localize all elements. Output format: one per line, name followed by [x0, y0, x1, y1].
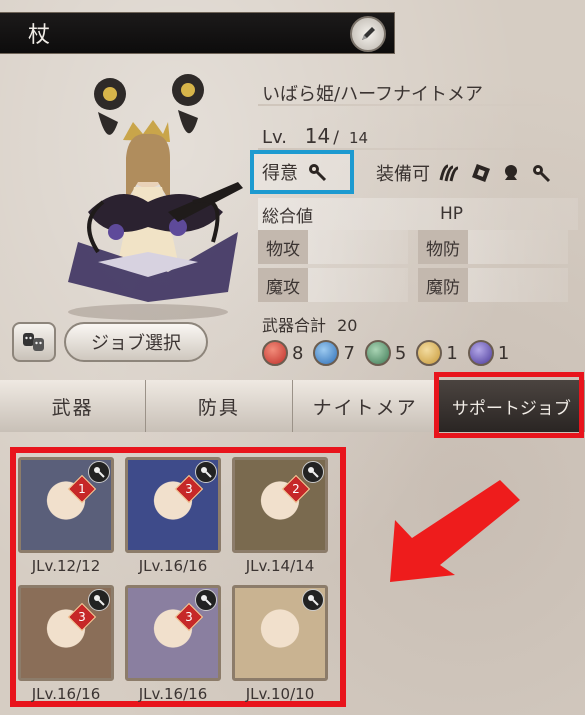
support-job-card[interactable]: 3 JLv.16/16 — [18, 585, 114, 710]
phys-def-label: 物防 — [418, 230, 468, 264]
theater-mask-icon — [23, 333, 44, 351]
staff-icon — [88, 461, 110, 483]
water-orb-icon — [313, 340, 340, 366]
level-label: Lv. — [262, 127, 288, 148]
orb-count: 8 — [292, 342, 304, 364]
total-stats-row: 総合値 HP — [258, 198, 578, 230]
weapon-total-value: 20 — [337, 316, 358, 335]
job-level: JLv.16/16 — [138, 557, 208, 575]
staff-icon — [88, 589, 110, 611]
rank-value: 2 — [292, 482, 300, 496]
job-level: JLv.14/14 — [245, 557, 315, 575]
level-value: 14 — [304, 124, 331, 148]
orb-count: 1 — [446, 342, 458, 364]
staff-icon — [195, 589, 217, 611]
level-display: Lv. 14/14 — [262, 124, 368, 148]
orb-item: 7 — [313, 340, 355, 366]
weapon-orbs: 8 7 5 1 1 — [262, 340, 509, 366]
character-portrait — [68, 74, 243, 320]
edit-pen-button[interactable] — [350, 16, 386, 52]
tome-icon — [472, 164, 490, 182]
weapon-total-label: 武器合計 — [262, 316, 327, 335]
pointer-arrow-icon — [390, 480, 520, 582]
support-job-card[interactable]: 1 JLv.12/12 — [18, 457, 114, 582]
level-separator: / — [333, 128, 339, 148]
weapon-total: 武器合計 20 — [262, 312, 357, 336]
support-job-card[interactable]: 3 JLv.16/16 — [125, 457, 221, 582]
stat-mag-atk: 魔攻 — [258, 268, 408, 302]
stat-phys-def: 物防 — [418, 230, 568, 264]
staff-icon — [195, 461, 217, 483]
equippable-weapons: 装備可 — [376, 160, 552, 186]
orb-item: 5 — [364, 340, 407, 366]
staff-icon — [302, 589, 324, 611]
costume-button[interactable] — [12, 322, 56, 362]
tab-nightmare[interactable]: ナイトメア — [292, 380, 439, 432]
light-orb-icon — [416, 340, 443, 366]
orb-count: 7 — [343, 342, 355, 364]
job-level: JLv.16/16 — [31, 685, 101, 703]
job-level: JLv.12/12 — [31, 557, 101, 575]
favored-weapon-box: 得意 — [250, 150, 354, 194]
orb-item: 8 — [262, 340, 303, 366]
support-job-card[interactable]: 3 JLv.16/16 — [125, 585, 221, 710]
orb-item: 1 — [416, 340, 458, 366]
wind-orb-icon — [364, 340, 391, 366]
support-job-card[interactable]: 2 JLv.14/14 — [232, 457, 328, 582]
character-name: いばら姫/ハーフナイトメア — [262, 84, 483, 105]
fire-orb-icon — [262, 340, 288, 366]
dark-orb-icon — [467, 340, 494, 366]
claw-icon — [439, 164, 459, 182]
orb-item: 1 — [467, 340, 510, 366]
level-max: 14 — [348, 129, 369, 147]
rank-value: 3 — [78, 610, 86, 624]
support-job-tab-highlight — [434, 372, 584, 438]
support-job-card[interactable]: JLv.10/10 — [232, 585, 328, 710]
mag-def-label: 魔防 — [418, 268, 468, 302]
hp-label: HP — [440, 204, 464, 224]
rank-value: 1 — [78, 482, 86, 496]
mag-atk-label: 魔攻 — [258, 268, 308, 302]
tab-armor[interactable]: 防具 — [146, 380, 293, 432]
job-select-button[interactable]: ジョブ選択 — [64, 322, 208, 362]
orb-count: 5 — [394, 342, 407, 364]
rank-value: 3 — [185, 610, 193, 624]
divider — [258, 104, 578, 106]
favored-label: 得意 — [262, 163, 298, 184]
orb-icon — [505, 165, 517, 180]
phys-atk-label: 物攻 — [258, 230, 308, 264]
orb-count: 1 — [497, 342, 510, 364]
staff-icon — [533, 165, 551, 183]
staff-icon — [309, 164, 327, 182]
staff-icon — [302, 461, 324, 483]
stat-phys-atk: 物攻 — [258, 230, 408, 264]
job-level: JLv.16/16 — [138, 685, 208, 703]
equippable-label: 装備可 — [376, 164, 430, 185]
rank-value: 3 — [185, 482, 193, 496]
tab-weapons[interactable]: 武器 — [0, 380, 147, 432]
weapon-type-header: 杖 — [0, 12, 395, 54]
job-level: JLv.10/10 — [245, 685, 315, 703]
stat-mag-def: 魔防 — [418, 268, 568, 302]
pen-icon — [362, 27, 375, 40]
total-label: 総合値 — [262, 206, 313, 227]
weapon-type-title: 杖 — [28, 23, 51, 48]
